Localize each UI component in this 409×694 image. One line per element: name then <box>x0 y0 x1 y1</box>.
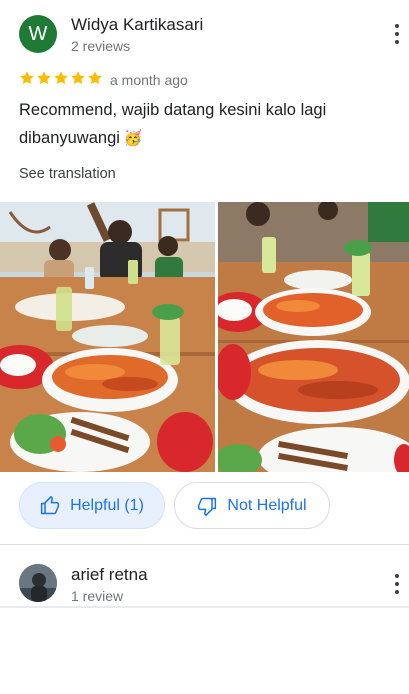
user-photo-image <box>19 564 57 602</box>
helpful-label: Helpful (1) <box>70 496 144 514</box>
review-text: Recommend, wajib datang kesini kalo lagi… <box>19 96 379 153</box>
star-rating <box>19 70 103 86</box>
review-photo-2[interactable] <box>218 202 409 472</box>
avatar[interactable] <box>19 564 57 602</box>
star-icon <box>20 71 34 85</box>
author-name[interactable]: Widya Kartikasari <box>71 15 203 35</box>
star-icon <box>54 71 68 85</box>
party-emoji-icon: 🥳 <box>123 130 143 147</box>
star-icon <box>37 71 51 85</box>
author-name[interactable]: arief retna <box>71 565 148 585</box>
avatar-letter: W <box>28 22 48 45</box>
author-review-count: 1 review <box>71 588 124 604</box>
divider <box>0 606 409 608</box>
see-translation-link[interactable]: See translation <box>19 166 116 182</box>
helpful-button[interactable]: Helpful (1) <box>19 482 165 529</box>
more-options-icon[interactable] <box>391 572 403 596</box>
star-icon <box>71 71 85 85</box>
avatar[interactable]: W <box>19 15 57 53</box>
not-helpful-label: Not Helpful <box>227 496 307 514</box>
shrimp-platter-photo-image <box>218 202 409 472</box>
review-time: a month ago <box>110 72 188 88</box>
author-review-count: 2 reviews <box>71 38 131 54</box>
review-text-body: Recommend, wajib datang kesini kalo lagi… <box>19 101 327 147</box>
review-photo-1[interactable] <box>0 202 215 472</box>
more-options-icon[interactable] <box>391 22 403 46</box>
thumbs-up-icon <box>41 495 60 514</box>
review-divider <box>0 544 409 545</box>
star-icon <box>88 71 102 85</box>
review-photos <box>0 202 409 472</box>
food-table-photo-image <box>0 202 215 472</box>
not-helpful-button[interactable]: Not Helpful <box>174 482 330 529</box>
thumbs-down-icon <box>198 497 217 516</box>
